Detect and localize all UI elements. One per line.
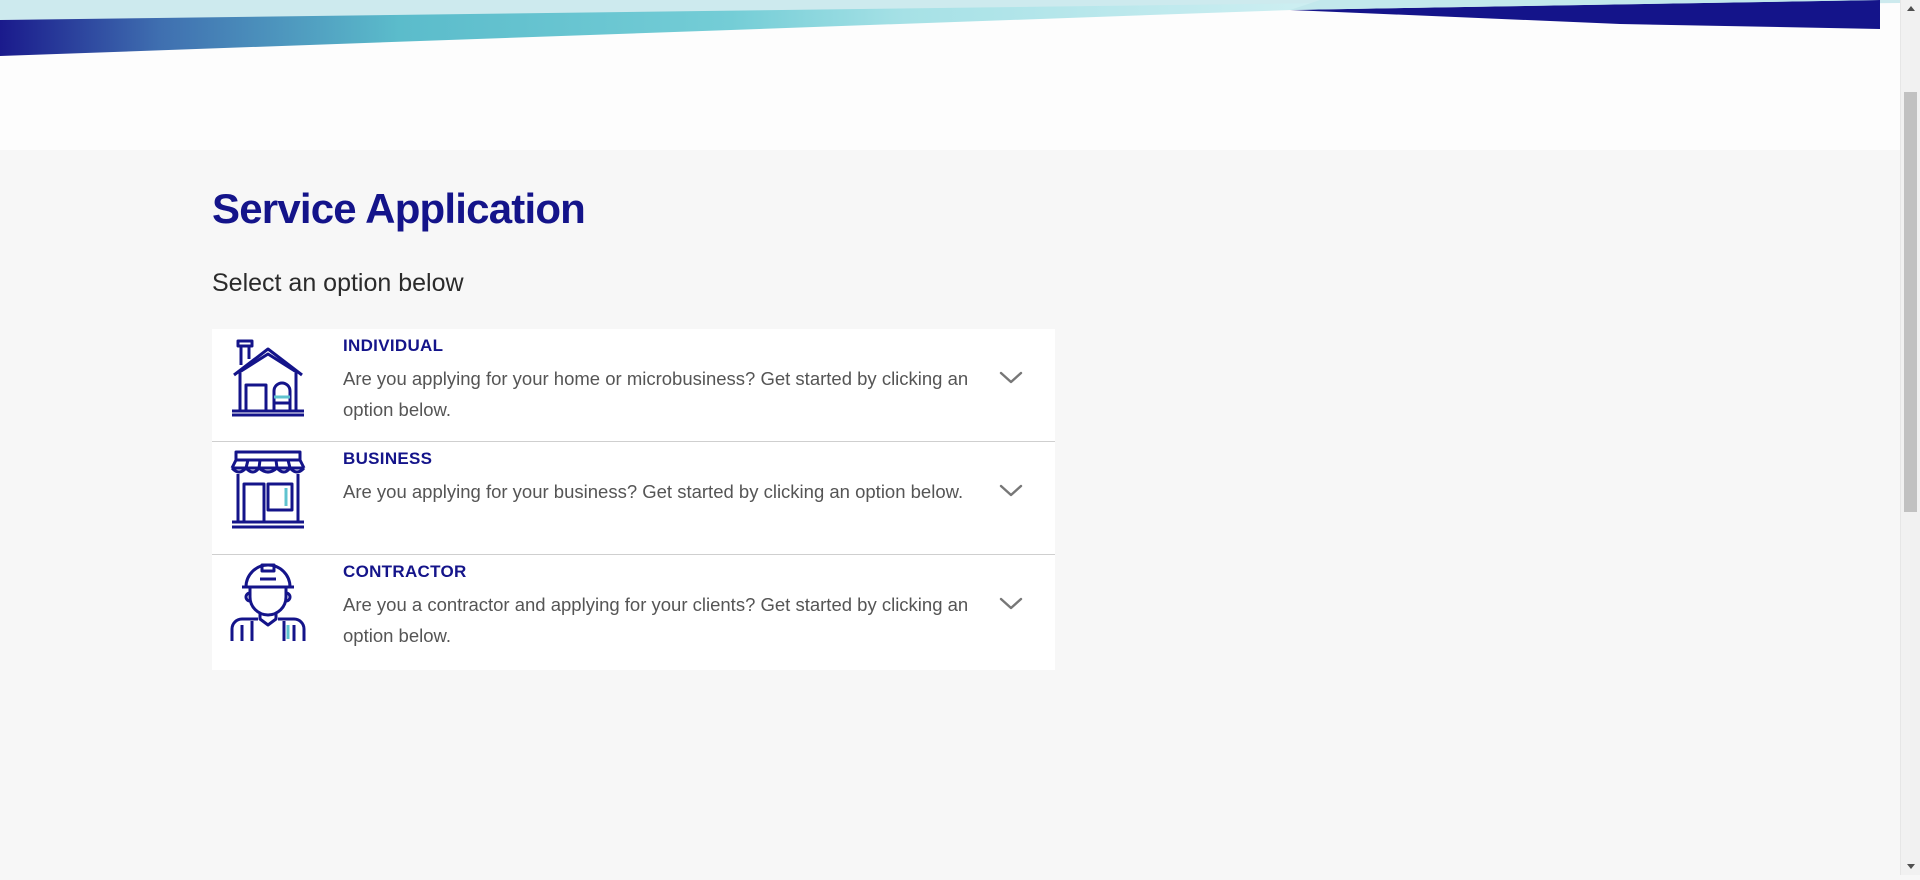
header-swoosh-graphic [0, 0, 1900, 56]
option-business[interactable]: BUSINESS Are you applying for your busin… [212, 442, 1055, 555]
header-banner [0, 0, 1900, 150]
chevron-down-icon[interactable] [996, 476, 1026, 506]
option-individual[interactable]: INDIVIDUAL Are you applying for your hom… [212, 329, 1055, 442]
service-type-accordion: INDIVIDUAL Are you applying for your hom… [212, 329, 1055, 670]
scroll-up-arrow-icon[interactable] [1901, 0, 1920, 17]
option-description: Are you a contractor and applying for yo… [343, 594, 969, 646]
page-subtitle: Select an option below [212, 269, 464, 297]
chevron-down-icon[interactable] [996, 589, 1026, 619]
contractor-icon [228, 563, 308, 643]
option-title: INDIVIDUAL [343, 336, 444, 355]
page-title: Service Application [212, 185, 586, 232]
scroll-down-arrow-icon[interactable] [1901, 858, 1920, 875]
storefront-icon [228, 450, 308, 530]
option-title: BUSINESS [343, 449, 433, 468]
house-icon [228, 337, 308, 417]
option-description: Are you applying for your business? Get … [343, 481, 964, 502]
option-contractor[interactable]: CONTRACTOR Are you a contractor and appl… [212, 555, 1055, 670]
option-title: CONTRACTOR [343, 562, 467, 581]
vertical-scrollbar[interactable] [1900, 0, 1920, 875]
option-description: Are you applying for your home or microb… [343, 368, 969, 420]
chevron-down-icon[interactable] [996, 363, 1026, 393]
main-content: Service Application Select an option bel… [0, 150, 1900, 875]
scrollbar-thumb[interactable] [1904, 92, 1917, 512]
